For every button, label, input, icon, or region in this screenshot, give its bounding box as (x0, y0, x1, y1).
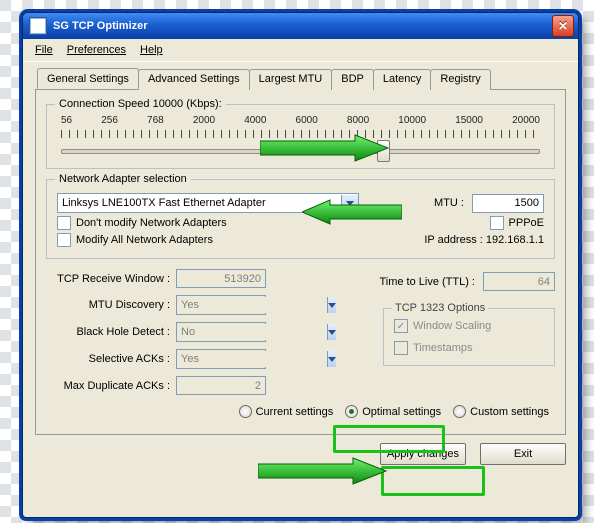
adapter-selected[interactable] (58, 195, 341, 211)
radio-optimal-settings[interactable]: Optimal settings (345, 405, 441, 418)
tcp1323-legend: TCP 1323 Options (392, 302, 488, 314)
max-dup-acks-input (176, 376, 266, 395)
check-dont-modify[interactable]: Don't modify Network Adapters (57, 216, 227, 230)
close-button[interactable]: ✕ (552, 15, 574, 37)
selective-acks-label: Selective ACKs : (46, 353, 176, 365)
label: Optimal settings (362, 406, 441, 418)
speed-tick: 6000 (296, 115, 318, 126)
settings-panel: Connection Speed 10000 (Kbps): 56 256 76… (35, 90, 566, 435)
speed-legend: Connection Speed 10000 (Kbps): (55, 98, 226, 110)
speed-scale: 56 256 768 2000 4000 6000 8000 10000 150… (61, 115, 540, 126)
mtu-discovery-dropdown (176, 295, 266, 315)
label: PPPoE (509, 217, 544, 229)
check-modify-all[interactable]: Modify All Network Adapters (57, 233, 213, 247)
tab-general[interactable]: General Settings (37, 68, 139, 89)
radio-custom-settings[interactable]: Custom settings (453, 405, 549, 418)
settings-mode-bar: Current settings Optimal settings Custom… (46, 401, 555, 422)
speed-tick: 2000 (193, 115, 215, 126)
speed-tick: 256 (101, 115, 118, 126)
apply-button[interactable]: Apply changes (380, 443, 466, 465)
app-window: SG TCP Optimizer ✕ File Preferences Help… (22, 12, 579, 518)
group-connection-speed: Connection Speed 10000 (Kbps): 56 256 76… (46, 104, 555, 169)
selective-acks-dropdown (176, 349, 266, 369)
ip-address-label: IP address : 192.168.1.1 (424, 234, 544, 246)
label: Current settings (256, 406, 334, 418)
menu-bar: File Preferences Help (23, 39, 578, 62)
mtu-label: MTU : (434, 197, 464, 209)
check-window-scaling: ✓Window Scaling (394, 319, 544, 333)
label: Custom settings (470, 406, 549, 418)
left-fields: TCP Receive Window : MTU Discovery : Bla… (46, 269, 266, 395)
speed-tick: 56 (61, 115, 72, 126)
close-icon: ✕ (558, 19, 568, 33)
check-pppoe[interactable]: PPPoE (490, 216, 544, 230)
speed-tick: 4000 (244, 115, 266, 126)
tab-advanced[interactable]: Advanced Settings (138, 69, 250, 90)
menu-file[interactable]: File (29, 42, 59, 58)
speed-tick: 15000 (455, 115, 483, 126)
speed-ticks (61, 130, 540, 138)
speed-tick: 20000 (512, 115, 540, 126)
speed-tick: 10000 (398, 115, 426, 126)
tab-strip: General Settings Advanced Settings Large… (35, 68, 566, 90)
content-area: General Settings Advanced Settings Large… (23, 62, 578, 475)
dropdown-button[interactable] (341, 195, 358, 211)
tab-largest-mtu[interactable]: Largest MTU (249, 69, 333, 90)
chevron-down-icon (346, 201, 354, 206)
group-adapter: Network Adapter selection MTU : Don't mo… (46, 179, 555, 259)
tab-registry[interactable]: Registry (430, 69, 490, 90)
speed-tick: 8000 (347, 115, 369, 126)
label: Window Scaling (413, 320, 491, 332)
check-timestamps: Timestamps (394, 341, 544, 355)
recv-window-label: TCP Receive Window : (46, 273, 176, 285)
label: Modify All Network Adapters (76, 234, 213, 246)
exit-button[interactable]: Exit (480, 443, 566, 465)
radio-current-settings[interactable]: Current settings (239, 405, 334, 418)
recv-window-input (176, 269, 266, 288)
window-title: SG TCP Optimizer (53, 20, 148, 32)
black-hole-dropdown (176, 322, 266, 342)
menu-help[interactable]: Help (134, 42, 169, 58)
mtu-discovery-label: MTU Discovery : (46, 299, 176, 311)
title-bar[interactable]: SG TCP Optimizer ✕ (23, 13, 578, 39)
speed-tick: 768 (147, 115, 164, 126)
menu-preferences[interactable]: Preferences (61, 42, 132, 58)
tab-latency[interactable]: Latency (373, 69, 432, 90)
label: Don't modify Network Adapters (76, 217, 227, 229)
label: Timestamps (413, 342, 473, 354)
ttl-input (483, 272, 555, 291)
group-tcp-1323: TCP 1323 Options ✓Window Scaling Timesta… (383, 308, 555, 366)
mtu-input[interactable] (472, 194, 544, 213)
app-icon (29, 17, 47, 35)
speed-thumb[interactable] (377, 140, 390, 162)
adapter-dropdown[interactable] (57, 193, 359, 213)
adapter-legend: Network Adapter selection (55, 173, 191, 185)
speed-slider[interactable] (61, 142, 540, 160)
tab-bdp[interactable]: BDP (331, 69, 374, 90)
ttl-label: Time to Live (TTL) : (379, 276, 475, 288)
max-dup-acks-label: Max Duplicate ACKs : (46, 380, 176, 392)
black-hole-label: Black Hole Detect : (46, 326, 176, 338)
